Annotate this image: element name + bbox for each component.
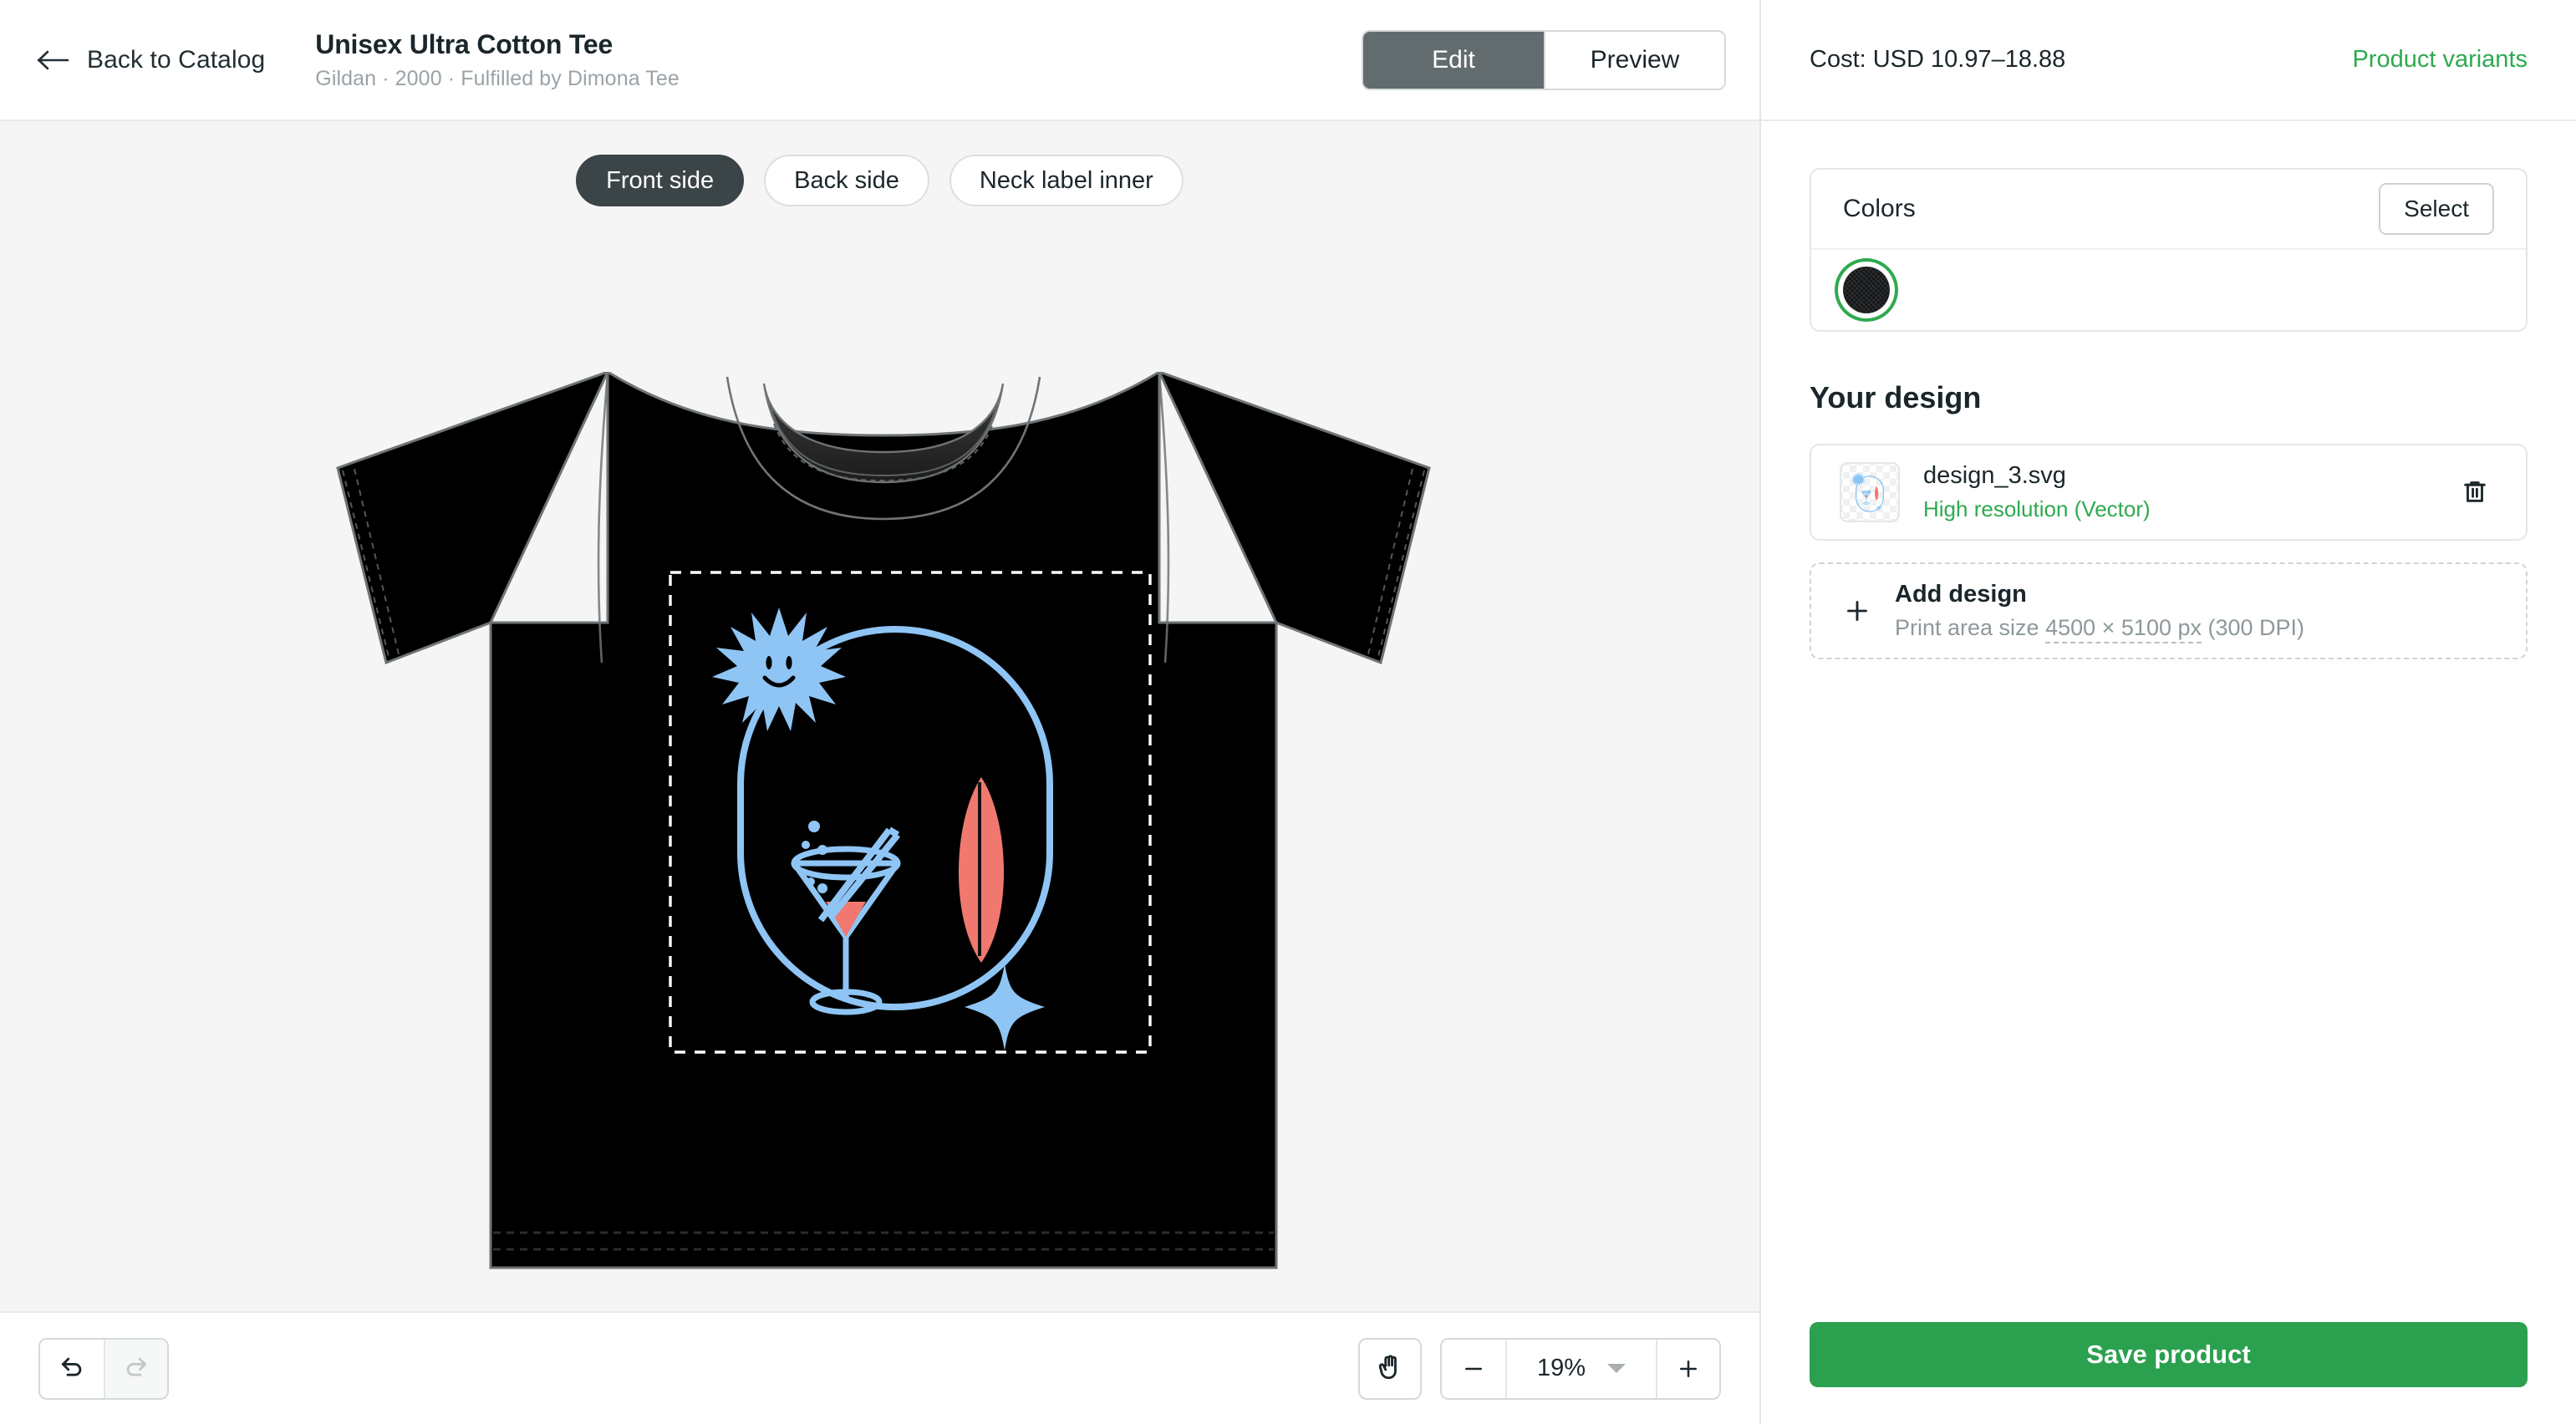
- chevron-down-icon: [1607, 1364, 1627, 1373]
- mode-toggle: Edit Preview: [1362, 29, 1726, 90]
- page-title: Unisex Ultra Cotton Tee: [315, 28, 613, 59]
- color-swatch-black[interactable]: [1843, 267, 1890, 313]
- design-file-name: design_3.svg: [1923, 462, 2066, 489]
- panel-footer: Save product: [1761, 1322, 2576, 1424]
- colors-header-row: Colors Select: [1811, 170, 2526, 250]
- add-design-dropzone[interactable]: Add design Print area size 4500 × 5100 p…: [1810, 562, 2528, 659]
- canvas-toolbar: 19%: [0, 1311, 1759, 1424]
- top-bar: Back to Catalog Unisex Ultra Cotton Tee …: [0, 0, 1759, 121]
- add-design-meta: Add design Print area size 4500 × 5100 p…: [1895, 581, 2305, 643]
- trash-icon: [2461, 477, 2489, 508]
- side-tab-back[interactable]: Back side: [764, 155, 929, 206]
- side-tab-front[interactable]: Front side: [576, 155, 745, 206]
- history-button-group: [38, 1337, 169, 1400]
- design-resolution-label: High resolution (Vector): [1923, 496, 2151, 521]
- design-file-card[interactable]: design_3.svg High resolution (Vector): [1810, 444, 2528, 541]
- panel-header: Cost: USD 10.97–18.88 Product variants: [1761, 0, 2576, 121]
- tab-edit[interactable]: Edit: [1363, 31, 1544, 89]
- tshirt-svg: [336, 372, 1431, 1269]
- colors-card: Colors Select: [1810, 168, 2528, 332]
- print-area-dimensions[interactable]: 4500 × 5100 px: [2045, 615, 2202, 643]
- back-to-catalog-button[interactable]: Back to Catalog: [33, 39, 268, 81]
- arrow-left-icon: [37, 49, 70, 71]
- editor-region: Back to Catalog Unisex Ultra Cotton Tee …: [0, 0, 1761, 1424]
- print-area-suffix: (300 DPI): [2202, 615, 2305, 640]
- plus-icon: [1840, 596, 1875, 626]
- product-settings-panel: Cost: USD 10.97–18.88 Product variants C…: [1761, 0, 2576, 1424]
- cost-label: Cost: USD 10.97–18.88: [1810, 46, 2066, 73]
- redo-button[interactable]: [104, 1339, 167, 1398]
- view-tools: 19%: [1358, 1337, 1721, 1400]
- back-to-catalog-label: Back to Catalog: [87, 45, 266, 74]
- pan-tool-button[interactable]: [1358, 1337, 1422, 1400]
- zoom-in-button[interactable]: [1656, 1339, 1719, 1398]
- print-area-size-label: Print area size 4500 × 5100 px (300 DPI): [1895, 615, 2305, 643]
- undo-button[interactable]: [40, 1339, 104, 1398]
- zoom-level-dropdown[interactable]: 19%: [1505, 1339, 1656, 1398]
- colors-title: Colors: [1843, 195, 1916, 222]
- tshirt-mockup[interactable]: [336, 372, 1431, 1287]
- zoom-level-label: 19%: [1536, 1355, 1586, 1381]
- color-swatch-row: [1811, 250, 2526, 330]
- select-colors-button[interactable]: Select: [2379, 183, 2494, 235]
- zoom-control-group: 19%: [1440, 1337, 1721, 1400]
- design-canvas[interactable]: Front side Back side Neck label inner: [0, 121, 1759, 1311]
- your-design-heading: Your design: [1810, 380, 1982, 414]
- zoom-out-button[interactable]: [1442, 1339, 1505, 1398]
- redo-arrow-icon: [122, 1353, 150, 1384]
- print-area-prefix: Print area size: [1895, 615, 2046, 640]
- delete-design-button[interactable]: [2452, 469, 2497, 516]
- add-design-title: Add design: [1895, 581, 2027, 608]
- hand-pan-icon: [1375, 1352, 1405, 1385]
- design-thumbnail: [1840, 462, 1900, 522]
- product-subtitle: Gildan · 2000 · Fulfilled by Dimona Tee: [315, 66, 680, 90]
- product-editor-app: Back to Catalog Unisex Ultra Cotton Tee …: [0, 0, 2576, 1424]
- side-tab-group: Front side Back side Neck label inner: [0, 155, 1759, 206]
- save-product-button[interactable]: Save product: [1810, 1322, 2528, 1387]
- tab-preview[interactable]: Preview: [1544, 31, 1724, 89]
- side-tab-neck-label-inner[interactable]: Neck label inner: [949, 155, 1184, 206]
- product-title-block: Unisex Ultra Cotton Tee Gildan · 2000 · …: [315, 29, 680, 91]
- panel-body: Colors Select Your design design_3.svg H…: [1761, 121, 2576, 1322]
- undo-arrow-icon: [58, 1353, 86, 1384]
- product-variants-link[interactable]: Product variants: [2352, 46, 2528, 74]
- design-meta: design_3.svg High resolution (Vector): [1923, 462, 2151, 522]
